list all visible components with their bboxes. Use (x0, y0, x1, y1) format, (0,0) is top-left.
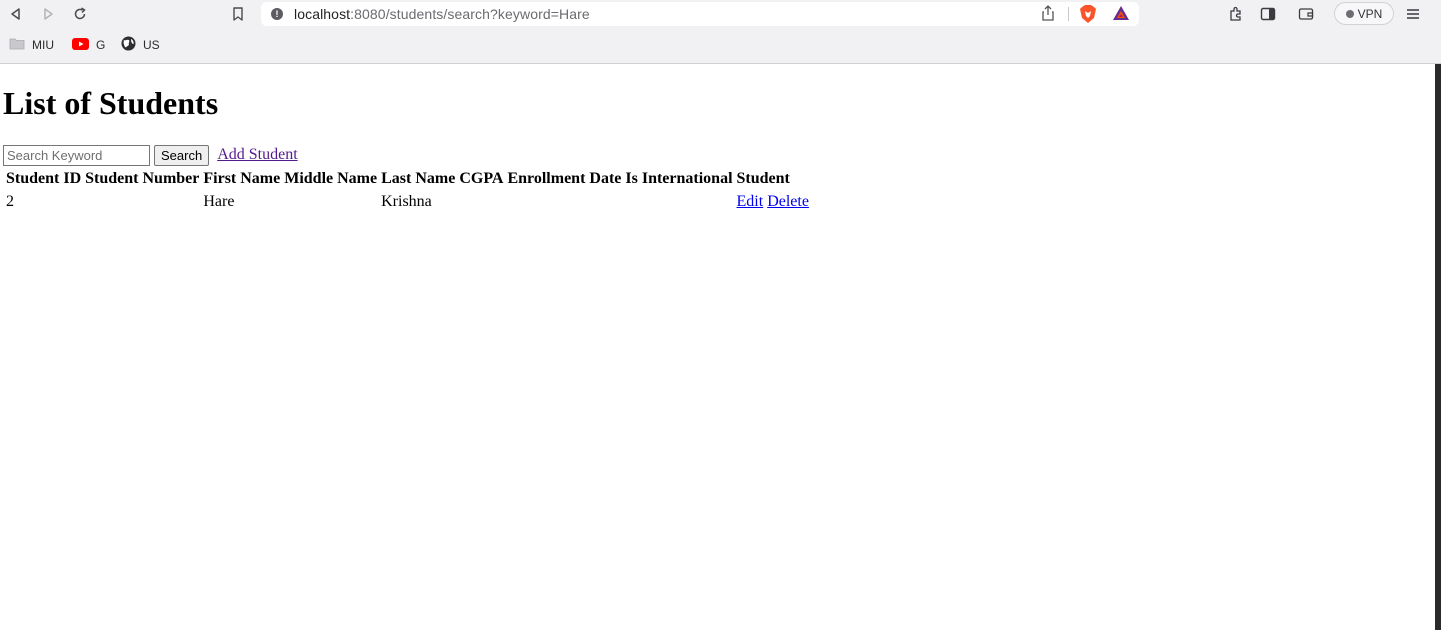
vpn-label: VPN (1357, 6, 1383, 21)
bookmark-label: US (143, 38, 160, 52)
cell-first-name: Hare (203, 193, 235, 210)
cell-student-id: 2 (6, 193, 14, 210)
vpn-button[interactable]: VPN (1334, 2, 1394, 25)
brave-shields-icon[interactable] (1079, 4, 1097, 29)
bookmark-item-miu[interactable]: MIU (9, 36, 54, 54)
folder-icon (9, 37, 25, 53)
add-student-link[interactable]: Add Student (217, 146, 297, 164)
cell-middle-name (283, 191, 378, 213)
address-separator (1068, 7, 1069, 21)
back-icon[interactable] (6, 4, 26, 24)
delete-link[interactable]: Delete (767, 193, 809, 210)
vpn-status-icon (1345, 9, 1354, 18)
bookmark-icon[interactable] (228, 4, 248, 24)
extensions-icon[interactable] (1226, 4, 1246, 24)
page-content: List of Students Search Add Student Stud… (0, 64, 1435, 630)
cell-last-name: Krishna (381, 193, 432, 210)
cell-actions: Edit Delete (736, 191, 810, 213)
url-path: :8080/students/search?keyword=Hare (350, 6, 590, 22)
reload-icon[interactable] (70, 4, 90, 24)
cell-enrollment-date (506, 191, 622, 213)
header-student: Student (736, 170, 790, 187)
globe-icon (121, 36, 136, 54)
cell-is-international (624, 191, 733, 213)
window-edge (1435, 64, 1441, 630)
table-header-row: Student ID Student Number First Name Mid… (5, 169, 810, 189)
address-bar[interactable]: ! localhost:8080/students/search?keyword… (261, 2, 1139, 26)
url-host: localhost (294, 6, 351, 22)
table-row: 2 Hare Krishna Edit Delete (5, 191, 810, 213)
bookmark-label: G (96, 38, 106, 52)
edit-link[interactable]: Edit (737, 193, 764, 210)
header-middle-name: Middle Name (284, 170, 378, 187)
cell-cgpa (458, 191, 504, 213)
header-cgpa: CGPA (459, 170, 504, 187)
bookmarks-bar: MIU G US (0, 34, 1441, 56)
bookmark-item-us[interactable]: US (121, 36, 160, 54)
site-info-icon[interactable]: ! (271, 8, 283, 20)
forward-icon[interactable] (38, 4, 58, 24)
youtube-icon (72, 37, 89, 53)
wallet-icon[interactable] (1296, 4, 1316, 24)
rewards-icon[interactable] (1112, 5, 1130, 26)
header-last-name: Last Name (381, 170, 456, 187)
browser-chrome: ! localhost:8080/students/search?keyword… (0, 0, 1441, 64)
search-input[interactable] (3, 144, 150, 166)
browser-toolbar: ! localhost:8080/students/search?keyword… (0, 0, 1441, 28)
header-enrollment-date: Enrollment Date (507, 170, 622, 187)
header-first-name: First Name (203, 170, 281, 187)
bookmark-label: MIU (32, 38, 54, 52)
header-is-international: Is International (625, 170, 733, 187)
search-form: Search Add Student (3, 144, 298, 166)
cell-student-number (84, 191, 200, 213)
address-url[interactable]: localhost:8080/students/search?keyword=H… (294, 6, 590, 22)
menu-icon[interactable] (1403, 4, 1423, 24)
search-button[interactable]: Search (154, 144, 210, 166)
header-student-number: Student Number (85, 170, 200, 187)
page-title: List of Students (3, 85, 219, 121)
students-table: Student ID Student Number First Name Mid… (3, 167, 812, 215)
sidebar-icon[interactable] (1258, 4, 1278, 24)
header-student-id: Student ID (6, 170, 82, 187)
bookmark-item-g[interactable]: G (72, 36, 105, 54)
share-icon[interactable] (1041, 5, 1055, 26)
